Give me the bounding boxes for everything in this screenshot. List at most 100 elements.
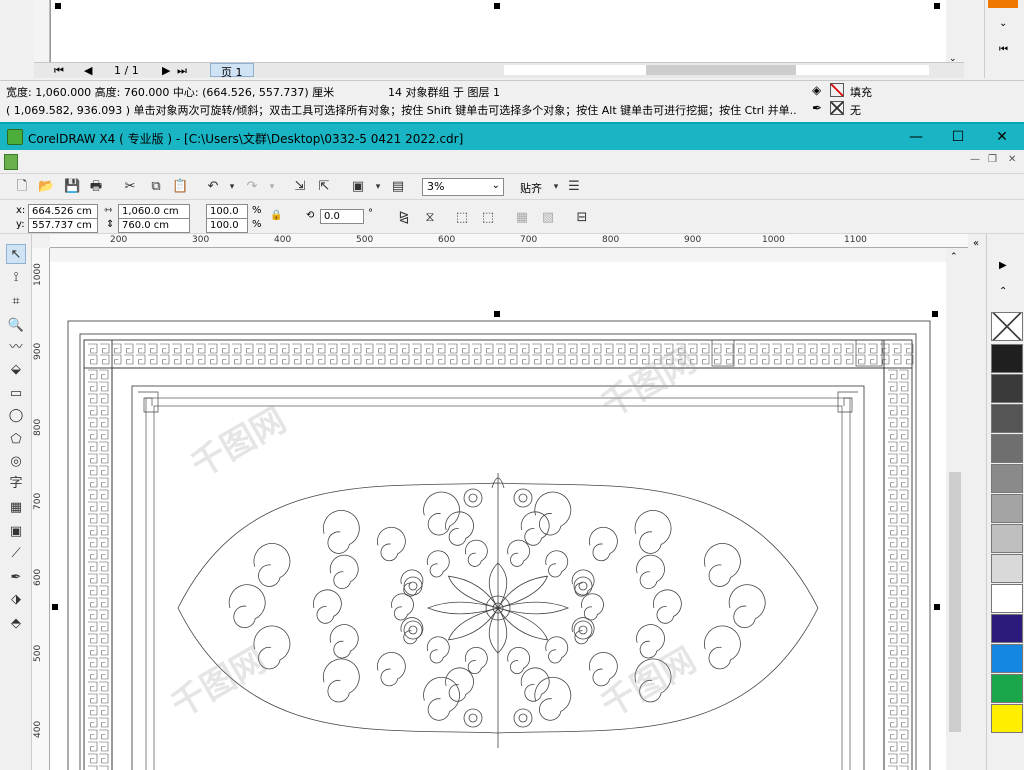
title-bar[interactable]: CorelDRAW X4 ( 专业版 ) - [C:\Users\文群\Desk… — [0, 124, 1024, 150]
close-button[interactable]: ✕ — [990, 127, 1014, 147]
color-swatch[interactable] — [991, 704, 1023, 733]
doc-restore-icon[interactable]: ❐ — [988, 154, 997, 165]
no-color-swatch[interactable] — [991, 312, 1023, 341]
ellipse-tool-icon[interactable]: ◯ — [6, 406, 26, 426]
pick-tool-icon[interactable]: ↖ — [6, 244, 26, 264]
export-icon[interactable]: ⇱ — [316, 179, 332, 195]
fill-tool-icon[interactable]: ⬗ — [6, 590, 26, 610]
redo-dropdown-icon[interactable]: ▾ — [264, 179, 280, 195]
color-swatch[interactable] — [991, 434, 1023, 463]
align-distribute-icon[interactable]: ⊟ — [574, 210, 590, 226]
horizontal-scrollbar[interactable] — [504, 65, 929, 75]
document-icon[interactable] — [4, 154, 18, 170]
maximize-button[interactable]: ☐ — [946, 127, 970, 147]
interactive-fill-icon[interactable]: ⬘ — [6, 614, 26, 634]
text-tool-icon[interactable]: 字 — [6, 474, 26, 494]
crop-tool-icon[interactable]: ⌗ — [6, 292, 26, 312]
color-swatch[interactable] — [991, 674, 1023, 703]
basic-shapes-icon[interactable]: ◎ — [6, 452, 26, 472]
doc-minimize-icon[interactable]: — — [970, 154, 980, 165]
first-page-icon[interactable]: ⏮ — [54, 64, 64, 78]
open-folder-icon[interactable]: 📂 — [38, 179, 54, 195]
palette-scroll-up-icon[interactable]: ⌃ — [999, 286, 1007, 297]
ungroup-icon[interactable]: ⬚ — [480, 210, 496, 226]
color-swatch[interactable] — [991, 344, 1023, 373]
snap-dropdown-icon[interactable]: ▾ — [548, 179, 564, 195]
table-tool-icon[interactable]: ▦ — [6, 498, 26, 518]
undo-icon[interactable]: ↶ — [205, 179, 221, 195]
color-swatch[interactable] — [991, 494, 1023, 523]
color-swatch[interactable] — [991, 404, 1023, 433]
launcher-dropdown-icon[interactable]: ▾ — [370, 179, 386, 195]
color-swatch[interactable] — [991, 614, 1023, 643]
color-swatch[interactable] — [991, 554, 1023, 583]
prev-page-icon[interactable]: ◀ — [84, 64, 92, 77]
new-document-icon[interactable]: 🗋 — [14, 179, 30, 195]
outline-pen-icon[interactable]: ✒ — [6, 568, 26, 588]
palette-flyout-icon[interactable]: ▶ — [999, 260, 1007, 271]
options-icon[interactable]: ☰ — [566, 179, 582, 195]
save-icon[interactable]: 💾 — [64, 179, 80, 195]
snap-to-menu[interactable]: 贴齐 — [520, 180, 542, 196]
vertical-ruler[interactable]: 1000 900 800 700 600 500 400 — [32, 248, 50, 770]
next-page-icon[interactable]: ▶ — [162, 64, 170, 77]
selection-handle[interactable] — [55, 3, 61, 9]
no-outline-swatch[interactable] — [830, 101, 844, 115]
eyedropper-icon[interactable]: ⟋ — [6, 544, 26, 564]
skip-back-icon[interactable]: ⏮ — [999, 44, 1008, 55]
redo-icon[interactable]: ↷ — [244, 179, 260, 195]
orange-swatch[interactable] — [988, 0, 1018, 8]
scroll-up-icon[interactable]: ⌃ — [950, 252, 958, 262]
color-swatch[interactable] — [991, 644, 1023, 673]
chevron-down-icon[interactable]: ⌄ — [999, 18, 1007, 29]
undo-dropdown-icon[interactable]: ▾ — [224, 179, 240, 195]
scale-x-field[interactable]: 100.0 — [206, 204, 248, 219]
vertical-scrollbar[interactable]: ⌃ — [946, 248, 964, 770]
interactive-blend-icon[interactable]: ▣ — [6, 522, 26, 542]
mirror-vertical-icon[interactable]: ⧖ — [422, 210, 438, 226]
welcome-screen-icon[interactable]: ▤ — [390, 179, 406, 195]
freehand-tool-icon[interactable]: 〰 — [6, 338, 26, 358]
color-swatch[interactable] — [991, 374, 1023, 403]
height-icon: ⇕ — [106, 219, 115, 230]
color-swatch[interactable] — [991, 524, 1023, 553]
polygon-tool-icon[interactable]: ⬠ — [6, 430, 26, 450]
import-icon[interactable]: ⇲ — [292, 179, 308, 195]
doc-close-icon[interactable]: ✕ — [1008, 154, 1016, 165]
break-apart-icon[interactable]: ▧ — [540, 210, 556, 226]
minimize-button[interactable]: — — [904, 127, 928, 147]
drawing-canvas[interactable]: 千图网 千图网 千图网 千图网 — [50, 248, 946, 770]
zoom-level-select[interactable]: 3% ⌄ — [422, 178, 504, 196]
rectangle-tool-icon[interactable]: ▭ — [6, 384, 26, 404]
ornamental-artwork[interactable]: 千图网 千图网 千图网 千图网 — [50, 248, 946, 770]
color-swatch[interactable] — [991, 464, 1023, 493]
prev-canvas[interactable] — [50, 0, 946, 62]
group-icon[interactable]: ⬚ — [454, 210, 470, 226]
selection-handle[interactable] — [494, 3, 500, 9]
print-icon[interactable]: 🖶 — [88, 179, 104, 195]
x-position-field[interactable]: 664.526 cm — [28, 204, 98, 219]
rotation-angle-field[interactable]: 0.0 — [320, 209, 364, 224]
no-fill-swatch[interactable] — [830, 83, 844, 97]
combine-icon[interactable]: ▦ — [514, 210, 530, 226]
application-launcher-icon[interactable]: ▣ — [350, 179, 366, 195]
object-height-field[interactable]: 760.0 cm — [118, 218, 190, 233]
smart-fill-icon[interactable]: ⬙ — [6, 360, 26, 380]
copy-icon[interactable]: ⧉ — [148, 179, 164, 195]
collapse-panel-icon[interactable]: « — [973, 238, 979, 249]
paste-icon[interactable]: 📋 — [172, 179, 188, 195]
mirror-horizontal-icon[interactable]: ⧎ — [396, 210, 412, 226]
last-page-icon[interactable]: ⏭ — [177, 64, 187, 78]
selection-handle[interactable] — [934, 3, 940, 9]
zoom-tool-icon[interactable]: 🔍 — [6, 316, 26, 336]
cut-icon[interactable]: ✂ — [122, 179, 138, 195]
color-swatch[interactable] — [991, 584, 1023, 613]
horizontal-ruler[interactable]: 200 300 400 500 600 700 800 900 1000 110… — [50, 234, 968, 248]
y-position-field[interactable]: 557.737 cm — [28, 218, 98, 233]
lock-ratio-icon[interactable]: 🔒 — [270, 210, 282, 221]
object-width-field[interactable]: 1,060.0 cm — [118, 204, 190, 219]
scrollbar-thumb[interactable] — [949, 472, 961, 732]
page-tab[interactable]: 页 1 — [210, 63, 254, 79]
shape-tool-icon[interactable]: ⟟ — [6, 268, 26, 288]
scale-y-field[interactable]: 100.0 — [206, 218, 248, 233]
